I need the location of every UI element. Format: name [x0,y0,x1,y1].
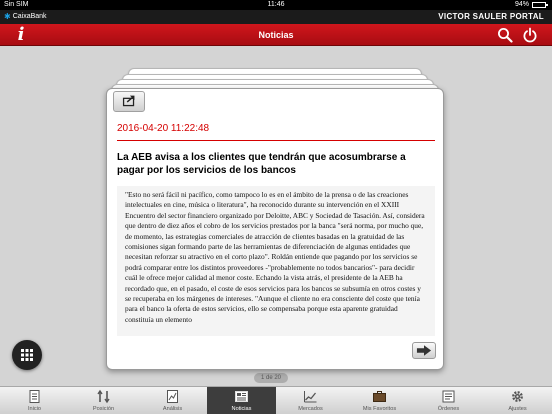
share-button[interactable] [113,91,145,112]
tab-label: Inicio [27,406,42,412]
tab-analisis[interactable]: Análisis [138,387,207,414]
tab-label: Análisis [162,406,183,412]
briefcase-icon [373,391,386,402]
divider [117,140,435,141]
tab-mis-favoritos[interactable]: Mis Favoritos [345,387,414,414]
battery-icon [532,2,548,8]
tab-label: Noticias [231,406,252,412]
user-name: VICTOR SAULER PORTAL [438,12,544,21]
share-icon [122,95,135,107]
clock: 11:46 [267,1,285,8]
tab-noticias[interactable]: Noticias [207,387,276,414]
grid-icon [21,349,33,361]
news-body-scroll[interactable]: "Esto no será fácil ni pacífico, como ta… [117,186,435,336]
arrow-right-icon [416,345,432,356]
tab-bar: Inicio Posición Análisis Noticias Mercad… [0,386,552,414]
star-icon: ✱ [4,12,11,21]
brand-bar: ✱ CaixaBank VICTOR SAULER PORTAL [0,10,552,24]
news-card: 2016-04-20 11:22:48 La AEB avisa a los c… [106,88,444,370]
search-icon[interactable] [497,27,513,43]
tab-inicio[interactable]: Inicio [0,387,69,414]
status-bar: Sin SIM 11:46 94% [0,0,552,10]
orders-icon [442,390,455,403]
markets-icon [304,391,317,403]
page-indicator: 1 de 20 [254,373,288,383]
tab-label: Posición [92,406,115,412]
power-icon[interactable] [522,27,538,43]
news-body: "Esto no será fácil ni pacífico, como ta… [125,190,425,324]
tab-posicion[interactable]: Posición [69,387,138,414]
battery-indicator: 94% [514,0,548,10]
menu-grid-button[interactable] [12,340,42,370]
tab-ajustes[interactable]: Ajustes [483,387,552,414]
page-title: Noticias [258,30,294,40]
tab-label: Mis Favoritos [362,406,397,412]
bank-logo: ✱ CaixaBank [4,12,47,22]
bank-name: CaixaBank [12,13,47,20]
tab-mercados[interactable]: Mercados [276,387,345,414]
news-icon [235,391,248,402]
next-article-button[interactable] [412,342,436,359]
app-header: i Noticias [0,24,552,46]
battery-percent: 94% [514,1,529,8]
gear-icon [512,391,523,402]
news-date: 2016-04-20 11:22:48 [117,123,210,134]
news-viewer: 2016-04-20 11:22:48 La AEB avisa a los c… [0,46,552,386]
analysis-icon [167,390,178,403]
tab-label: Mercados [298,406,323,412]
document-icon [29,390,40,403]
position-icon [97,389,110,404]
tab-label: Órdenes [437,406,460,412]
tab-ordenes[interactable]: Órdenes [414,387,483,414]
news-headline: La AEB avisa a los clientes que tendrán … [117,152,406,176]
tab-label: Ajustes [508,406,527,412]
